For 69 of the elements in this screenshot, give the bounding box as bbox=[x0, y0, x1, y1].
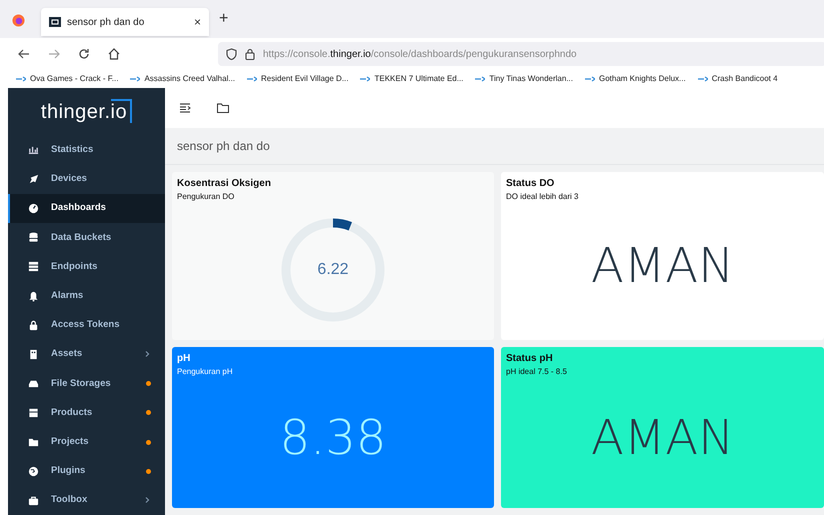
bookmark-arrow-icon bbox=[698, 76, 708, 82]
lock-icon[interactable] bbox=[245, 48, 255, 60]
chart-icon bbox=[28, 144, 39, 156]
bookmark-link[interactable]: Assassins Creed Valhal... bbox=[130, 73, 236, 85]
folder-icon[interactable] bbox=[217, 103, 229, 113]
widget-subtitle: Pengukuran pH bbox=[177, 366, 234, 378]
close-icon[interactable]: × bbox=[194, 13, 201, 31]
sidebar-item[interactable]: Assets bbox=[8, 340, 165, 370]
sidebar-item[interactable]: Plugins bbox=[8, 456, 165, 486]
sidebar-item[interactable]: Alarms bbox=[8, 282, 165, 311]
gauge-icon bbox=[28, 203, 39, 214]
bookmark-link[interactable]: Resident Evil Village D... bbox=[247, 73, 348, 85]
sidebar-item[interactable]: Data Buckets bbox=[8, 223, 165, 252]
back-arrow-icon[interactable] bbox=[18, 48, 30, 60]
widget-title: Kosentrasi Oksigen bbox=[177, 177, 272, 191]
sidebar-item[interactable]: Projects bbox=[8, 427, 165, 457]
folder-icon bbox=[28, 436, 39, 448]
url-text: https://console.thinger.io/console/dashboards/pengukuransensorphndo bbox=[263, 48, 577, 62]
browser-logo-icon[interactable] bbox=[12, 14, 25, 27]
site-favicon-icon bbox=[49, 17, 61, 27]
widget-value: AMAN bbox=[591, 237, 734, 296]
bookmark-link[interactable]: Tiny Tinas Wonderlan... bbox=[475, 73, 573, 85]
toolbox-icon bbox=[28, 494, 39, 506]
sidebar-item[interactable]: File Storages bbox=[8, 369, 165, 398]
widget-value: 8.38 bbox=[280, 408, 386, 468]
address-bar[interactable]: https://console.thinger.io/console/dashboards/pengukuransensorphndo bbox=[218, 42, 824, 66]
bookmark-link[interactable]: Ova Games - Crack - F... bbox=[16, 73, 118, 85]
sidebar-item[interactable]: Products bbox=[8, 398, 165, 428]
dashboard-title: sensor ph dan do bbox=[177, 138, 270, 155]
bookmark-link[interactable]: TEKKEN 7 Ultimate Ed... bbox=[360, 73, 464, 85]
sidebar-item[interactable]: Endpoints bbox=[8, 252, 165, 282]
bookmark-arrow-icon bbox=[360, 76, 370, 82]
home-icon[interactable] bbox=[108, 48, 120, 60]
browser-tab[interactable]: sensor ph dan do × bbox=[41, 8, 209, 36]
bookmark-link[interactable]: Crash Bandicoot 4 bbox=[698, 73, 778, 85]
sidebar-item[interactable]: Access Tokens bbox=[8, 310, 165, 340]
reload-icon[interactable] bbox=[78, 48, 90, 60]
bookmark-arrow-icon bbox=[247, 76, 258, 82]
chevron-right-icon bbox=[143, 350, 151, 358]
bookmark-arrow-icon bbox=[585, 76, 595, 82]
widget-title: Status pH bbox=[506, 352, 554, 366]
building-icon bbox=[28, 348, 39, 360]
logo-text[interactable]: thinger.io bbox=[40, 96, 132, 127]
bookmark-link[interactable]: Gotham Knights Delux... bbox=[585, 73, 686, 85]
sidebar-item[interactable]: Statistics bbox=[8, 136, 165, 165]
widget-subtitle: Pengukuran DO bbox=[177, 191, 236, 203]
widget-title: Status DO bbox=[506, 177, 556, 191]
tab-title: sensor ph dan do bbox=[67, 16, 146, 30]
widget-value: AMAN bbox=[591, 408, 734, 468]
widget-subtitle: DO ideal lebih dari 3 bbox=[506, 191, 580, 203]
sidebar-toggle-icon[interactable] bbox=[179, 103, 191, 113]
server-icon bbox=[28, 261, 39, 272]
box-icon bbox=[28, 407, 39, 418]
bookmark-arrow-icon bbox=[130, 76, 140, 82]
sidebar-item[interactable]: Devices bbox=[8, 164, 165, 194]
shield-icon[interactable] bbox=[226, 48, 237, 60]
bookmark-arrow-icon bbox=[16, 76, 26, 82]
widget-title: pH bbox=[177, 352, 192, 366]
sidebar-item[interactable]: Toolbox bbox=[8, 486, 165, 515]
bookmark-arrow-icon bbox=[475, 76, 486, 82]
chevron-right-icon bbox=[143, 496, 151, 504]
lock-icon bbox=[28, 320, 39, 331]
bell-icon bbox=[28, 290, 39, 302]
sidebar-item[interactable]: Dashboards bbox=[8, 194, 165, 224]
gauge-value: 6.22 bbox=[317, 260, 349, 280]
database-icon bbox=[28, 232, 39, 244]
widget-subtitle: pH ideal 7.5 - 8.5 bbox=[506, 366, 568, 378]
drive-icon bbox=[28, 378, 39, 390]
new-tab-icon[interactable]: + bbox=[219, 7, 228, 31]
